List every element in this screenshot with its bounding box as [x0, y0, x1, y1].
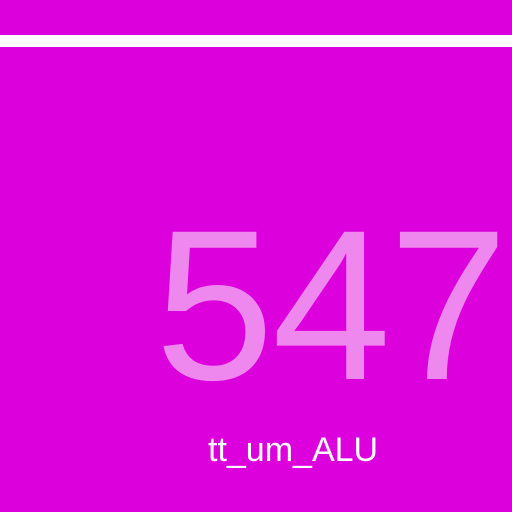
top-divider — [0, 35, 512, 47]
big-number: 547 — [154, 186, 508, 425]
design-label: tt_um_ALU — [208, 431, 379, 469]
screen: 547 tt_um_ALU — [0, 0, 512, 512]
